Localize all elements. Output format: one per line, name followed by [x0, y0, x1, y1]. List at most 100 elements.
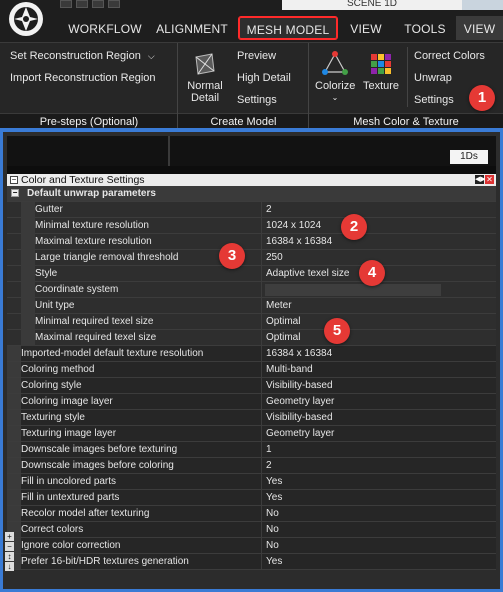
settings-panel: 1Ds − Color and Texture Settings ◀▶ ✕ − … [0, 128, 503, 592]
property-value[interactable]: Geometry layer [261, 426, 496, 442]
annotation-marker: 3 [219, 243, 245, 269]
property-label: Minimal required texel size [35, 316, 154, 327]
collapse-icon[interactable]: − [11, 189, 19, 197]
view-divider[interactable] [168, 136, 170, 166]
property-value[interactable]: Multi-band [261, 362, 496, 378]
expand-all-icon[interactable]: + [5, 532, 14, 541]
import-reconstruction-region-button[interactable]: Import Reconstruction Region [10, 72, 156, 84]
property-label: Texturing style [21, 412, 85, 423]
property-value[interactable]: No [261, 506, 496, 522]
property-row[interactable]: Style Adaptive texel size [7, 266, 496, 282]
property-row[interactable]: Fill in untextured parts Yes [7, 490, 496, 506]
property-row[interactable]: Correct colors No [7, 522, 496, 538]
property-row[interactable]: Fill in uncolored parts Yes [7, 474, 496, 490]
property-value[interactable]: Optimal [261, 330, 496, 346]
unwrap-button[interactable]: Unwrap [414, 72, 452, 84]
property-row[interactable]: Coloring style Visibility-based [7, 378, 496, 394]
texture-icon [371, 54, 391, 74]
annotation-marker: 1 [469, 85, 495, 111]
property-row[interactable]: Coordinate system [7, 282, 496, 298]
property-label: Downscale images before texturing [21, 444, 178, 455]
normal-detail-label-1: Normal [187, 80, 223, 92]
property-value[interactable]: Visibility-based [261, 410, 496, 426]
texture-button[interactable]: Texture [361, 51, 401, 92]
view-badge[interactable]: 1Ds [450, 150, 488, 164]
property-row[interactable]: Imported-model default texture resolutio… [7, 346, 496, 362]
app-window: SCENE 1D WORKFLOW ALIGNMENT MESH MODEL V… [0, 0, 503, 592]
tab-view-secondary[interactable]: VIEW [456, 16, 503, 40]
property-value[interactable]: No [261, 522, 496, 538]
quick-access-icon[interactable] [76, 0, 88, 8]
property-value[interactable]: 2 [261, 458, 496, 474]
property-row[interactable]: Ignore color correction No [7, 538, 496, 554]
set-reconstruction-region-label: Set Reconstruction Region [10, 50, 141, 62]
property-value[interactable]: Optimal [261, 314, 496, 330]
property-row[interactable]: Minimal texture resolution 1024 x 1024 [7, 218, 496, 234]
property-row[interactable]: Coloring image layer Geometry layer [7, 394, 496, 410]
property-row[interactable]: Large triangle removal threshold 250 [7, 250, 496, 266]
property-grid: − Default unwrap parameters Gutter 2 Minim… [7, 186, 496, 570]
property-value[interactable]: 1 [261, 442, 496, 458]
property-value[interactable]: Yes [261, 554, 496, 570]
tab-tools[interactable]: TOOLS [398, 16, 452, 40]
preview-button[interactable]: Preview [237, 50, 276, 62]
row-gutter [7, 362, 21, 377]
view-strip: 1Ds [7, 136, 496, 166]
property-row[interactable]: Maximal required texel size Optimal [7, 330, 496, 346]
property-group-header[interactable]: − Default unwrap parameters [7, 186, 496, 202]
property-value[interactable]: Geometry layer [261, 394, 496, 410]
row-gutter [7, 490, 21, 505]
colorize-button[interactable]: Colorize ⌄ [315, 51, 355, 104]
property-value[interactable]: Yes [261, 474, 496, 490]
property-value[interactable]: 1024 x 1024 [261, 218, 496, 234]
close-icon[interactable]: ✕ [485, 175, 494, 184]
tab-mesh-model[interactable]: MESH MODEL [238, 16, 338, 40]
normal-detail-button[interactable]: Normal Detail [184, 51, 226, 104]
tab-alignment[interactable]: ALIGNMENT [150, 16, 234, 40]
model-settings-button[interactable]: Settings [237, 94, 277, 106]
property-value[interactable] [261, 282, 496, 298]
row-gutter [7, 346, 21, 361]
property-row[interactable]: Recolor model after texturing No [7, 506, 496, 522]
property-value[interactable]: 16384 x 16384 [261, 346, 496, 362]
property-row[interactable]: Texturing image layer Geometry layer [7, 426, 496, 442]
quick-access-icon[interactable] [60, 0, 72, 8]
property-row[interactable]: Maximal texture resolution 16384 x 16384 [7, 234, 496, 250]
property-row[interactable]: Downscale images before coloring 2 [7, 458, 496, 474]
property-group-title: Default unwrap parameters [27, 188, 156, 199]
property-value[interactable]: 2 [261, 202, 496, 218]
app-logo-icon[interactable] [5, 0, 47, 38]
property-row[interactable]: Unit type Meter [7, 298, 496, 314]
property-value[interactable]: Visibility-based [261, 378, 496, 394]
property-row[interactable]: Coloring method Multi-band [7, 362, 496, 378]
correct-colors-button[interactable]: Correct Colors [414, 50, 485, 62]
row-gutter [7, 426, 21, 441]
ribbon-separator [407, 47, 408, 107]
property-label: Recolor model after texturing [21, 508, 150, 519]
property-value[interactable]: Meter [261, 298, 496, 314]
property-row[interactable]: Texturing style Visibility-based [7, 410, 496, 426]
scene-title: SCENE 1D [282, 0, 462, 10]
help-icon[interactable]: ↓ [5, 562, 14, 571]
collapse-all-icon[interactable]: − [5, 542, 14, 551]
row-gutter [7, 410, 21, 425]
color-texture-settings-button[interactable]: Settings [414, 94, 454, 106]
property-row[interactable]: Prefer 16-bit/HDR textures generation Yes [7, 554, 496, 570]
pin-icon[interactable]: ◀▶ [475, 175, 486, 184]
tab-workflow[interactable]: WORKFLOW [60, 16, 150, 40]
collapse-icon[interactable]: − [10, 176, 18, 184]
property-label: Coloring style [21, 380, 82, 391]
quick-access-icon[interactable] [92, 0, 104, 8]
sort-icon[interactable]: ↕ [5, 552, 14, 561]
property-value[interactable]: Yes [261, 490, 496, 506]
property-label: Style [35, 268, 58, 279]
tab-view[interactable]: VIEW [342, 16, 390, 40]
property-value[interactable]: 16384 x 16384 [261, 234, 496, 250]
quick-access-icon[interactable] [108, 0, 120, 8]
high-detail-button[interactable]: High Detail [237, 72, 291, 84]
property-value[interactable]: No [261, 538, 496, 554]
property-row[interactable]: Minimal required texel size Optimal [7, 314, 496, 330]
property-row[interactable]: Downscale images before texturing 1 [7, 442, 496, 458]
property-row[interactable]: Gutter 2 [7, 202, 496, 218]
set-reconstruction-region-button[interactable]: Set Reconstruction Region ⌵ [10, 50, 155, 62]
